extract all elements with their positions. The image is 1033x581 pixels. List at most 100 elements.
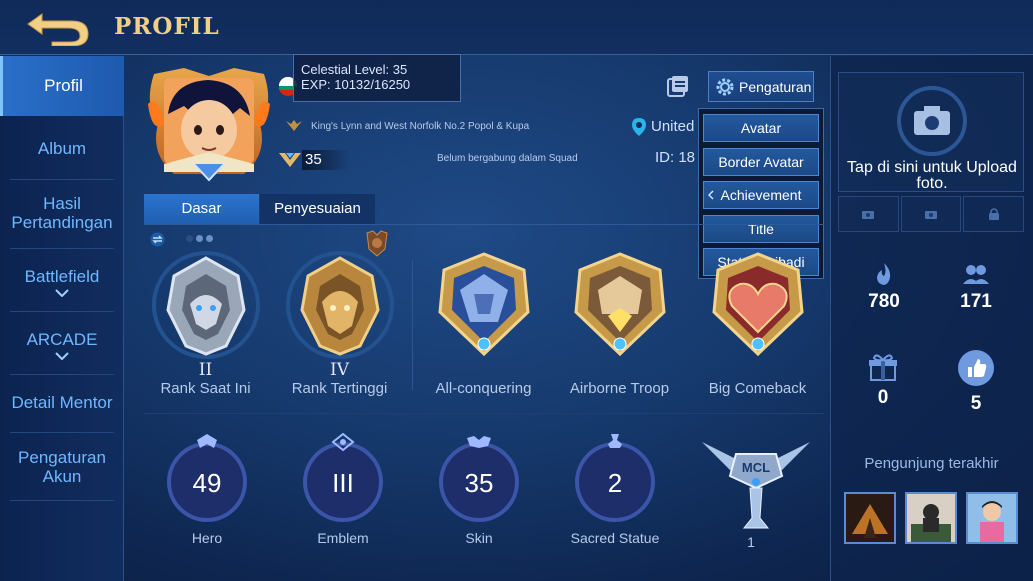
followers-value: 171 [960, 291, 992, 312]
achievement-big-comeback[interactable]: Big Comeback [690, 250, 825, 397]
photo-slot[interactable] [838, 196, 899, 232]
server-icon [286, 120, 302, 131]
sidebar-item-profil[interactable]: Profil [0, 56, 124, 116]
sidebar-item-label: Detail Mentor [11, 393, 113, 412]
back-button[interactable] [22, 8, 92, 47]
visitor-image [846, 494, 894, 542]
achievement-badge-icon [437, 252, 530, 357]
medal-label: Airborne Troop [569, 380, 670, 397]
medal-rank-highest[interactable]: IV Rank Tertinggi [272, 250, 407, 397]
camera-icon [862, 211, 875, 219]
dropdown-item-label: Avatar [740, 120, 782, 136]
dropdown-item-title[interactable]: Title [703, 215, 819, 243]
camera-icon [925, 211, 937, 219]
chevron-down-icon [55, 289, 69, 297]
page-dot [206, 235, 213, 242]
visitor-avatar[interactable] [966, 492, 1018, 544]
sidebar-item-pengaturan-akun[interactable]: Pengaturan Akun [0, 448, 124, 486]
page-dot [186, 235, 193, 242]
sidebar-item-label: Hasil Pertandingan [11, 194, 113, 232]
likes-value: 5 [970, 393, 982, 414]
tab-dasar[interactable]: Dasar [144, 194, 259, 224]
settings-button[interactable]: Pengaturan [708, 71, 814, 102]
sidebar: Profil Album Hasil Pertandingan Battlefi… [0, 56, 124, 581]
page-indicator [186, 235, 213, 242]
popularity-value: 780 [868, 291, 900, 312]
sidebar-divider [10, 374, 114, 375]
visitor-avatar[interactable] [905, 492, 957, 544]
recent-visitors-title: Pengunjung terakhir [864, 455, 999, 472]
stat-circle: III [298, 432, 388, 522]
stat-value: 49 [192, 468, 222, 498]
avatar-image [148, 68, 270, 182]
photo-slot[interactable] [900, 196, 962, 232]
server-name: King's Lynn and West Norfolk No.2 Popol … [311, 121, 530, 132]
upload-photo-area[interactable]: Tap di sini untuk Upload foto. [838, 72, 1024, 192]
back-arrow-icon [27, 13, 89, 47]
location-text: United [651, 118, 695, 135]
thumbs-up-icon [958, 350, 994, 386]
sidebar-item-label: Album [37, 139, 87, 158]
medal-rank-current[interactable]: II Rank Saat Ini [138, 250, 273, 397]
stat-skin[interactable]: 35 Skin [424, 432, 534, 546]
copy-icon[interactable] [666, 74, 690, 98]
sidebar-item-hasil-pertandingan[interactable]: Hasil Pertandingan [0, 194, 124, 232]
visitor-image [907, 494, 955, 542]
rank-silver-icon [151, 251, 260, 359]
swap-icon[interactable] [150, 232, 165, 247]
medal-label: Big Comeback [708, 380, 807, 397]
avatar[interactable] [144, 64, 274, 182]
celestial-level-tooltip: Celestial Level: 35 EXP: 10132/16250 [293, 54, 461, 102]
tab-label: Dasar [181, 200, 222, 217]
stat-value: 35 [464, 468, 494, 498]
exp-text: EXP: 10132/16250 [301, 77, 411, 92]
celestial-level-text: Celestial Level: 35 [301, 62, 408, 77]
popularity-stat[interactable]: 780 [844, 262, 924, 313]
stat-value: III [332, 468, 354, 498]
visitor-image [968, 494, 1016, 542]
stat-label: Hero [191, 530, 223, 546]
page-title: PROFIL [114, 13, 220, 40]
page-dot [196, 235, 203, 242]
rank-tier [690, 360, 825, 380]
achievement-airborne-troop[interactable]: Airborne Troop [552, 250, 687, 397]
sidebar-item-label: Profil [44, 76, 83, 95]
followers-stat[interactable]: 171 [936, 262, 1016, 313]
gifts-stat[interactable]: 0 [843, 352, 923, 409]
achievement-badge-icon [711, 252, 804, 357]
photo-slot-locked[interactable] [963, 196, 1025, 232]
sidebar-divider [10, 311, 114, 312]
settings-button-label: Pengaturan [739, 78, 812, 95]
sidebar-item-album[interactable]: Album [0, 139, 124, 158]
achievement-badge-icon [573, 252, 666, 357]
stat-sacred-statue[interactable]: 2 Sacred Statue [560, 432, 670, 546]
player-id: ID: 18 [655, 149, 696, 166]
dropdown-item-achievement[interactable]: Achievement [703, 181, 819, 209]
stat-label: Sacred Statue [570, 530, 660, 546]
gifts-value: 0 [877, 387, 889, 408]
sidebar-item-detail-mentor[interactable]: Detail Mentor [0, 393, 124, 412]
achievement-all-conquering[interactable]: All-conquering [416, 250, 551, 397]
chevron-down-icon [55, 352, 69, 360]
dropdown-item-label: Achievement [720, 187, 802, 203]
stat-value: 2 [607, 468, 623, 498]
stat-mcl[interactable]: MCL 1 [696, 432, 810, 550]
stat-circle: 49 [162, 432, 252, 522]
dropdown-item-avatar[interactable]: Avatar [703, 114, 819, 142]
likes-stat[interactable]: 5 [936, 348, 1016, 415]
visitor-avatar[interactable] [844, 492, 896, 544]
sidebar-divider [10, 432, 114, 433]
sidebar-item-battlefield[interactable]: Battlefield [0, 267, 124, 297]
stat-label: 1 [747, 534, 755, 550]
header-bar: PROFIL [0, 0, 1033, 55]
rank-tier [416, 360, 551, 380]
stat-hero[interactable]: 49 Hero [152, 432, 262, 546]
sidebar-divider [10, 248, 114, 249]
dropdown-item-border-avatar[interactable]: Border Avatar [703, 148, 819, 176]
tab-penyesuaian[interactable]: Penyesuaian [260, 194, 375, 224]
stat-emblem[interactable]: III Emblem [288, 432, 398, 546]
mcl-trophy-icon: MCL [702, 442, 810, 529]
location-icon [632, 118, 646, 136]
tab-label: Penyesuaian [274, 200, 361, 217]
sidebar-item-arcade[interactable]: ARCADE [0, 330, 124, 360]
